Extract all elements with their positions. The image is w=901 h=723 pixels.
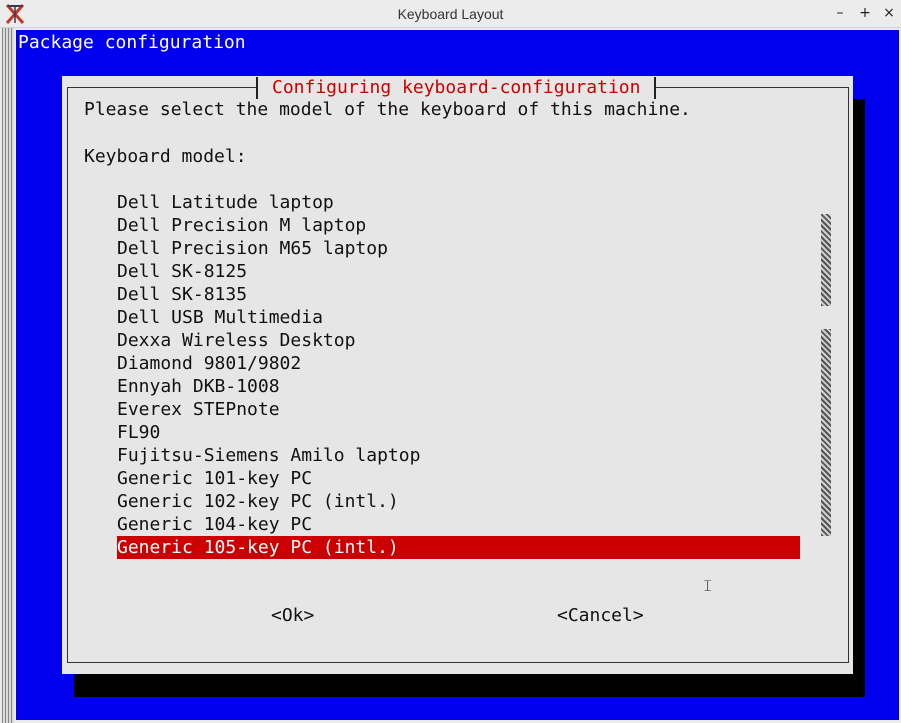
- list-item[interactable]: Dell Precision M65 laptop: [117, 237, 800, 260]
- close-button[interactable]: ×: [880, 4, 898, 22]
- list-scrollbar-thumb[interactable]: [821, 329, 831, 536]
- list-item[interactable]: Generic 101-key PC: [117, 467, 800, 490]
- list-item[interactable]: Dell Precision M laptop: [117, 214, 800, 237]
- package-configuration-title: Package configuration: [18, 32, 246, 53]
- list-item[interactable]: Dexxa Wireless Desktop: [117, 329, 800, 352]
- list-item[interactable]: Fujitsu-Siemens Amilo laptop: [117, 444, 800, 467]
- list-item[interactable]: Ennyah DKB-1008: [117, 375, 800, 398]
- list-item[interactable]: Generic 104-key PC: [117, 513, 800, 536]
- minimize-button[interactable]: –: [831, 4, 849, 22]
- list-item[interactable]: Generic 102-key PC (intl.): [117, 490, 800, 513]
- keyboard-model-list[interactable]: Dell Latitude laptop Dell Precision M la…: [117, 191, 800, 559]
- list-item[interactable]: Dell Latitude laptop: [117, 191, 800, 214]
- list-scrollbar-segment[interactable]: [821, 214, 831, 306]
- window-title: Keyboard Layout: [397, 6, 504, 22]
- maximize-button[interactable]: +: [856, 4, 874, 22]
- list-item[interactable]: Dell SK-8125: [117, 260, 800, 283]
- terminal-scrollbar[interactable]: [2, 28, 14, 723]
- dialog-prompt: Please select the model of the keyboard …: [84, 99, 691, 120]
- list-item[interactable]: Dell USB Multimedia: [117, 306, 800, 329]
- keyboard-model-label: Keyboard model:: [84, 146, 247, 167]
- list-item[interactable]: Diamond 9801/9802: [117, 352, 800, 375]
- list-item-selected[interactable]: Generic 105-key PC (intl.): [117, 536, 800, 559]
- window-titlebar: Keyboard Layout – + ×: [0, 0, 901, 28]
- text-cursor-icon: 𝙸: [702, 576, 714, 595]
- list-item[interactable]: FL90: [117, 421, 800, 444]
- list-item[interactable]: Dell SK-8135: [117, 283, 800, 306]
- dialog-title: Configuring keyboard-configuration: [256, 77, 657, 99]
- cancel-button[interactable]: <Cancel>: [557, 605, 644, 626]
- list-item[interactable]: Everex STEPnote: [117, 398, 800, 421]
- ok-button[interactable]: <Ok>: [271, 605, 314, 626]
